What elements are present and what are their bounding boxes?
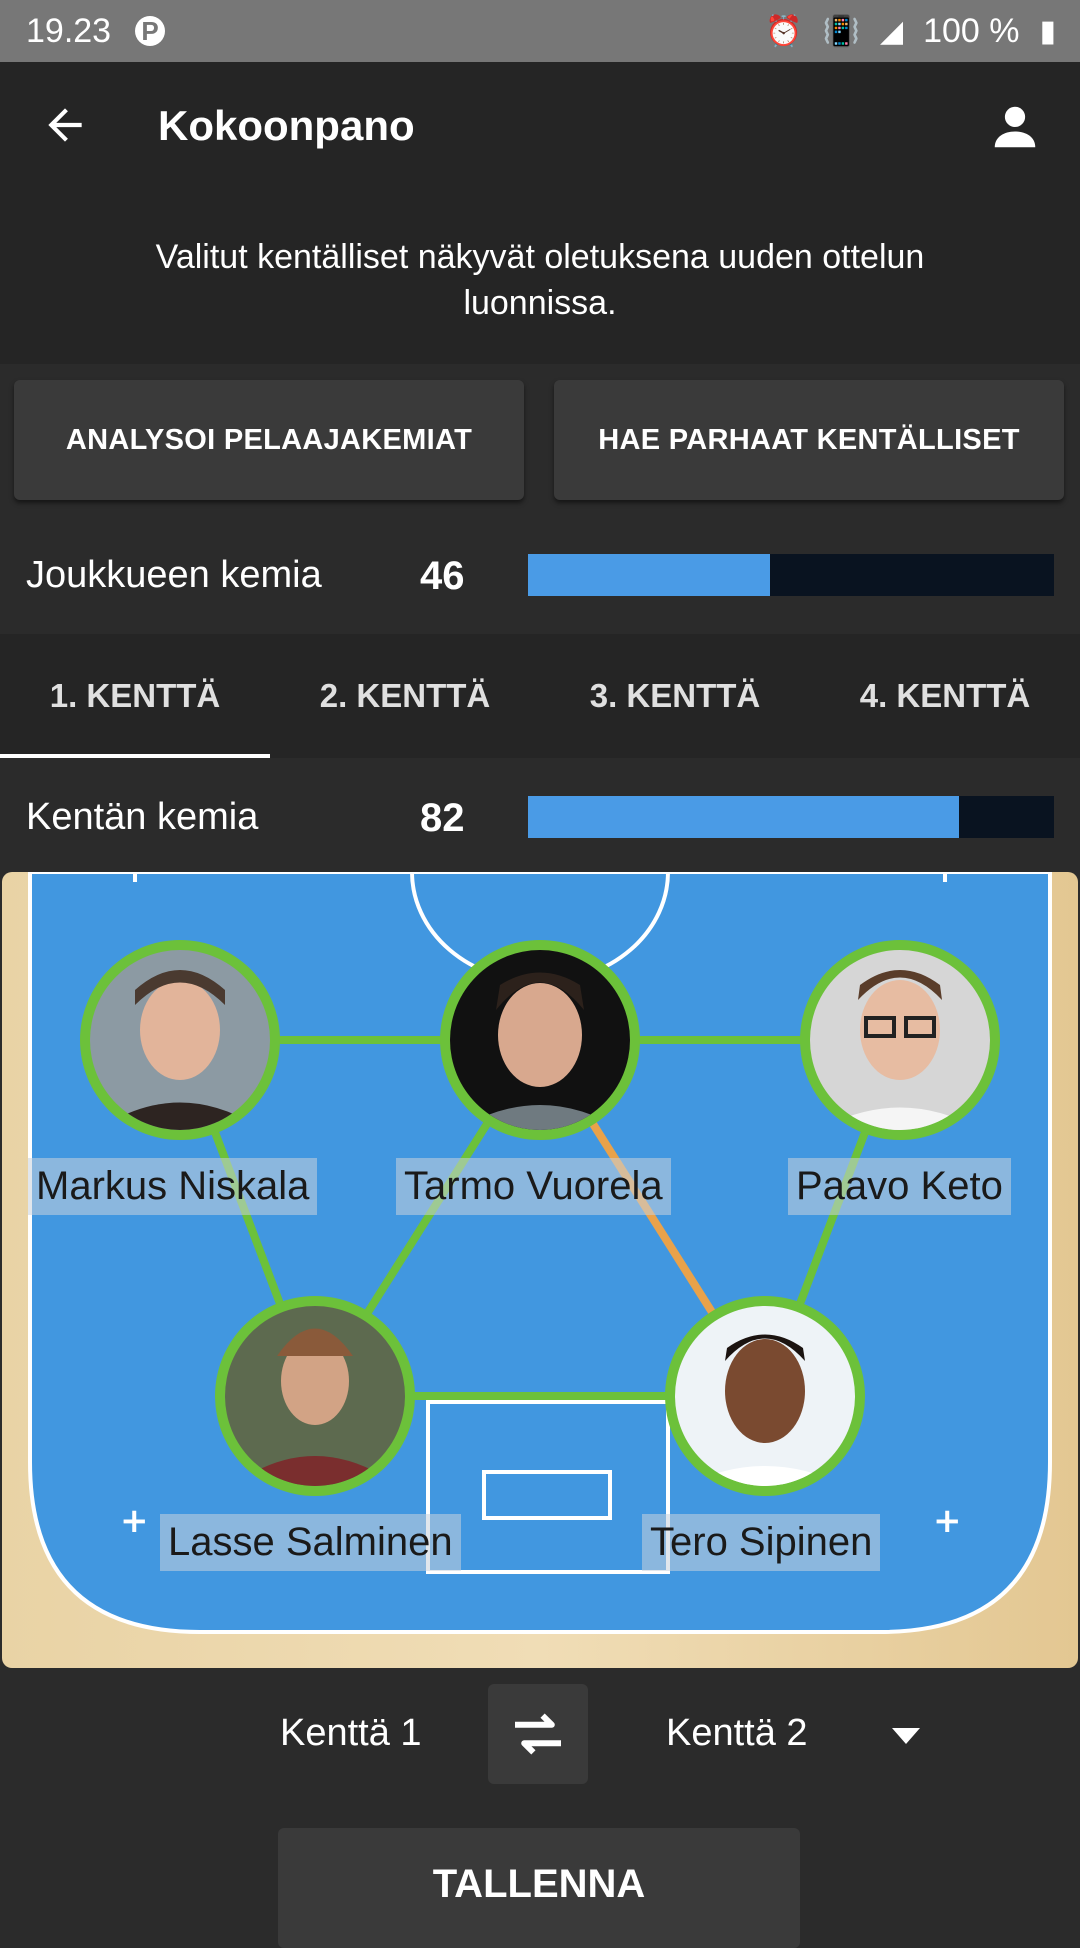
line-chemistry-row: Kentän kemia 82 (0, 766, 1080, 866)
status-bar: 19.23 P ⏰ 📳 ◢ 100 % ▮ (0, 0, 1080, 62)
tab-line-2[interactable]: 2. KENTTÄ (270, 634, 540, 758)
player-name-paavo[interactable]: Paavo Keto (788, 1158, 1011, 1215)
swap-arrows-icon (515, 1713, 561, 1755)
profile-icon[interactable] (988, 100, 1042, 154)
analyze-chemistry-button[interactable]: ANALYSOI PELAAJAKEMIAT (14, 380, 524, 500)
swap-left-label: Kenttä 1 (280, 1712, 422, 1754)
line-chemistry-bar-fill (528, 796, 960, 838)
court: + + Markus Niskala Tarmo Vuorela Paavo K… (0, 870, 1080, 1670)
svg-text:+: + (933, 1501, 962, 1541)
save-button[interactable]: TALLENNA (278, 1828, 800, 1948)
vibrate-icon: 📳 (822, 14, 860, 48)
team-chemistry-bar-fill (528, 554, 770, 596)
swap-right-select[interactable]: Kenttä 2 (666, 1712, 808, 1755)
player-name-lasse[interactable]: Lasse Salminen (160, 1514, 461, 1571)
status-time: 19.23 (26, 11, 112, 50)
line-chemistry-bar (528, 796, 1054, 838)
tab-line-3[interactable]: 3. KENTTÄ (540, 634, 810, 758)
line-chemistry-label: Kentän kemia (26, 796, 259, 838)
signal-icon: ◢ (880, 14, 904, 48)
avatar-tero (665, 1296, 865, 1496)
team-chemistry-value: 46 (420, 554, 465, 598)
team-chemistry-label: Joukkueen kemia (26, 554, 322, 596)
avatar-markus (80, 940, 280, 1140)
app-bar: Kokoonpano (0, 62, 1080, 192)
back-arrow-icon[interactable] (40, 100, 90, 150)
battery-text: 100 % (923, 11, 1020, 50)
find-best-lines-button[interactable]: HAE PARHAAT KENTÄLLISET (554, 380, 1064, 500)
player-name-tero[interactable]: Tero Sipinen (642, 1514, 881, 1571)
avatar-lasse (215, 1296, 415, 1496)
team-chemistry-row: Joukkueen kemia 46 (0, 526, 1080, 626)
swap-button[interactable] (488, 1684, 588, 1784)
player-name-markus[interactable]: Markus Niskala (28, 1158, 318, 1215)
tab-indicator (0, 754, 270, 758)
team-chemistry-bar (528, 554, 1054, 596)
page-title: Kokoonpano (158, 102, 415, 149)
tab-line-4[interactable]: 4. KENTTÄ (810, 634, 1080, 758)
avatar-paavo (800, 940, 1000, 1140)
alarm-icon: ⏰ (765, 14, 803, 48)
line-swap-row: Kenttä 1 Kenttä 2 (0, 1684, 1080, 1784)
avatar-tarmo (440, 940, 640, 1140)
battery-icon: ▮ (1039, 14, 1056, 48)
parking-icon: P (135, 16, 166, 46)
player-name-tarmo[interactable]: Tarmo Vuorela (396, 1158, 671, 1215)
svg-text:+: + (120, 1501, 149, 1541)
info-text: Valitut kentälliset näkyvät oletuksena u… (0, 192, 1080, 364)
line-tabs: 1. KENTTÄ 2. KENTTÄ 3. KENTTÄ 4. KENTTÄ (0, 634, 1080, 758)
line-chemistry-value: 82 (420, 796, 465, 840)
tab-line-1[interactable]: 1. KENTTÄ (0, 634, 270, 758)
dropdown-icon[interactable] (892, 1728, 920, 1744)
